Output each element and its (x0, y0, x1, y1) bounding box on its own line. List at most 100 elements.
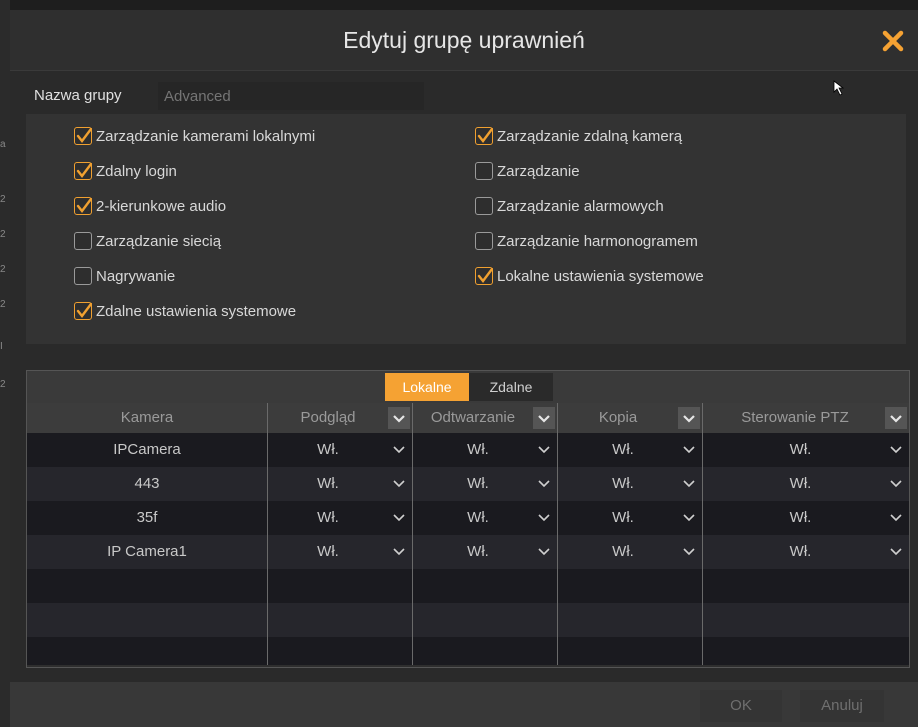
playback-value[interactable]: Wł. (413, 467, 543, 501)
playback-select[interactable] (537, 546, 551, 558)
preview-value[interactable]: Wł. (268, 467, 388, 501)
backup-value[interactable]: Wł. (558, 535, 688, 569)
header-dropdown[interactable] (885, 407, 907, 429)
cancel-button[interactable]: Anuluj (800, 690, 884, 722)
backup-select[interactable] (682, 546, 696, 558)
background-glyph: 2 (0, 299, 6, 310)
checkbox[interactable] (74, 127, 92, 145)
permission-label: Zarządzanie harmonogramem (497, 232, 698, 250)
backup-value[interactable]: Wł. (558, 433, 688, 467)
permission-remote-camera-management[interactable]: Zarządzanie zdalną kamerą (475, 124, 682, 148)
chevron-down-icon (393, 480, 405, 488)
ptz-select[interactable] (889, 546, 903, 558)
ptz-select[interactable] (889, 478, 903, 490)
checkbox[interactable] (475, 127, 493, 145)
table-row: IP Camera1 Wł. Wł. Wł. Wł. (27, 535, 909, 569)
table-header: Kamera Podgląd Odtwarzanie Kopia Sterowa… (27, 403, 909, 433)
camera-name: IP Camera1 (107, 543, 187, 560)
playback-select[interactable] (537, 444, 551, 456)
edit-permission-group-dialog: Edytuj grupę uprawnień Nazwa grupy Zarzą… (10, 10, 918, 727)
playback-value[interactable]: Wł. (413, 433, 543, 467)
header-dropdown[interactable] (533, 407, 555, 429)
dialog-titlebar: Edytuj grupę uprawnień (10, 10, 918, 71)
tab-local[interactable]: Lokalne (385, 373, 469, 401)
chevron-down-icon (890, 446, 902, 454)
table-row-empty (27, 637, 909, 665)
table-row: 443 Wł. Wł. Wł. Wł. (27, 467, 909, 501)
table-row: 35f Wł. Wł. Wł. Wł. (27, 501, 909, 535)
permission-recording[interactable]: Nagrywanie (74, 264, 175, 288)
preview-select[interactable] (392, 546, 406, 558)
ok-button[interactable]: OK (700, 690, 782, 722)
chevron-down-icon (538, 415, 550, 423)
table-row: IPCamera Wł. Wł. Wł. Wł. (27, 433, 909, 467)
header-label: Podgląd (300, 409, 356, 426)
preview-select[interactable] (392, 478, 406, 490)
permission-two-way-audio[interactable]: 2-kierunkowe audio (74, 194, 226, 218)
checkbox[interactable] (74, 197, 92, 215)
permission-schedule-management[interactable]: Zarządzanie harmonogramem (475, 229, 698, 253)
permission-label: 2-kierunkowe audio (96, 197, 227, 215)
tab-remote[interactable]: Zdalne (469, 373, 553, 401)
permission-remote-login[interactable]: Zdalny login (74, 159, 177, 183)
backup-select[interactable] (682, 478, 696, 490)
checkmark-icon (76, 163, 92, 178)
checkmark-icon (477, 128, 493, 143)
ptz-value[interactable]: Wł. (703, 433, 898, 467)
checkbox[interactable] (74, 162, 92, 180)
permission-local-system-settings[interactable]: Lokalne ustawienia systemowe (475, 264, 704, 288)
preview-value[interactable]: Wł. (268, 433, 388, 467)
ptz-select[interactable] (889, 512, 903, 524)
checkbox[interactable] (475, 197, 493, 215)
background-glyph: 2 (0, 379, 6, 390)
permission-alarm-management[interactable]: Zarządzanie alarmowych (475, 194, 664, 218)
column-divider (267, 403, 268, 665)
ptz-value[interactable]: Wł. (703, 501, 898, 535)
group-name-row: Nazwa grupy (34, 82, 914, 110)
table-row-empty (27, 569, 909, 603)
playback-select[interactable] (537, 478, 551, 490)
checkbox[interactable] (74, 302, 92, 320)
preview-value[interactable]: Wł. (268, 535, 388, 569)
ptz-value[interactable]: Wł. (703, 535, 898, 569)
chevron-down-icon (538, 514, 550, 522)
permission-label: Zarządzanie kamerami lokalnymi (96, 127, 316, 145)
close-icon (882, 30, 904, 52)
permission-remote-system-settings[interactable]: Zdalne ustawienia systemowe (74, 299, 296, 323)
checkbox[interactable] (475, 232, 493, 250)
header-dropdown[interactable] (388, 407, 410, 429)
preview-select[interactable] (392, 512, 406, 524)
permission-management[interactable]: Zarządzanie (475, 159, 580, 183)
permission-label: Lokalne ustawienia systemowe (497, 267, 704, 285)
backup-value[interactable]: Wł. (558, 467, 688, 501)
header-label: Kamera (120, 409, 174, 426)
playback-value[interactable]: Wł. (413, 501, 543, 535)
ptz-value[interactable]: Wł. (703, 467, 898, 501)
header-dropdown[interactable] (678, 407, 700, 429)
permission-local-camera-management[interactable]: Zarządzanie kamerami lokalnymi (74, 124, 315, 148)
chevron-down-icon (683, 446, 695, 454)
close-button[interactable] (876, 24, 910, 58)
chevron-down-icon (683, 548, 695, 556)
backup-value[interactable]: Wł. (558, 501, 688, 535)
checkbox[interactable] (475, 162, 493, 180)
camera-permissions-table: Lokalne Zdalne Kamera Podgląd Odtwarzani… (26, 370, 910, 668)
playback-select[interactable] (537, 512, 551, 524)
preview-value[interactable]: Wł. (268, 501, 388, 535)
group-name-label: Nazwa grupy (34, 87, 122, 104)
checkbox[interactable] (74, 232, 92, 250)
preview-select[interactable] (392, 444, 406, 456)
chevron-down-icon (538, 548, 550, 556)
permission-label: Zarządzanie alarmowych (497, 197, 664, 215)
playback-value[interactable]: Wł. (413, 535, 543, 569)
permission-network-management[interactable]: Zarządzanie siecią (74, 229, 221, 253)
checkbox[interactable] (74, 267, 92, 285)
table-row-empty (27, 603, 909, 637)
backup-select[interactable] (682, 444, 696, 456)
background-glyph: I (0, 341, 3, 352)
group-name-input[interactable] (158, 82, 424, 110)
checkbox[interactable] (475, 267, 493, 285)
ptz-select[interactable] (889, 444, 903, 456)
backup-select[interactable] (682, 512, 696, 524)
chevron-down-icon (393, 514, 405, 522)
